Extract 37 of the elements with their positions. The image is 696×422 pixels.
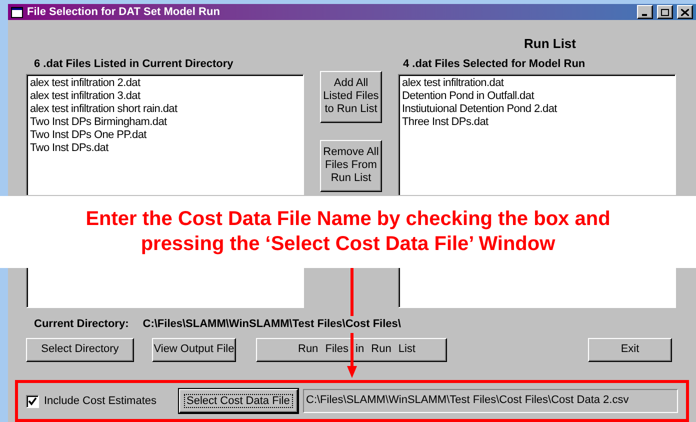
list-item[interactable]: Two Inst DPs One PP.dat: [30, 129, 146, 142]
directory-path: C:\Files\SLAMM\WinSLAMM\Test Files\Cost Files\: [142, 316, 401, 332]
checkbox-label: Include Cost Estimates: [44, 394, 156, 409]
list-item[interactable]: Two Inst DPs.dat: [30, 142, 108, 155]
list-item[interactable]: alex test infiltration.dat: [402, 77, 504, 90]
window-icon: [11, 6, 23, 18]
annotation-text: Enter the Cost Data File Name by checking the box and: [86, 207, 610, 232]
list-heading: 4 .dat Files Selected for Model Run: [402, 56, 586, 72]
view-output-button[interactable]: View Output File: [152, 338, 236, 362]
list-item[interactable]: Detention Pond in Outfall.dat: [402, 90, 534, 103]
file-list[interactable]: alex test infiltration 2.dat alex test infiltration 3.dat alex test infiltration short rain.dat Two Inst DPs Birmingham.dat Two Inst DPs One PP.dat Two Inst DPs.dat: [26, 74, 304, 195]
list-item[interactable]: alex test infiltration 2.dat: [30, 77, 140, 90]
close-button[interactable]: [677, 5, 693, 19]
list-item[interactable]: Three Inst DPs.dat: [402, 116, 488, 129]
transfer-button[interactable]: Remove All Files From Run List: [320, 140, 382, 192]
list-item[interactable]: Two Inst DPs Birmingham.dat: [30, 116, 167, 129]
list-item[interactable]: alex test infiltration 3.dat: [30, 90, 140, 103]
list-item[interactable]: alex test infiltration short rain.dat: [30, 103, 178, 116]
file-list[interactable]: alex test infiltration.dat Detention Pond in Outfall.dat Instiutuional Detention Pond 2.dat Three Inst DPs.dat: [398, 74, 676, 195]
run-files-button[interactable]: Run Files in Run List: [256, 338, 447, 362]
select-directory-button[interactable]: Select Directory: [26, 338, 134, 362]
maximize-button[interactable]: [657, 5, 673, 19]
exit-button[interactable]: Exit: [588, 338, 672, 362]
annotation-text: pressing the ‘Select Cost Data File’ Window: [140, 232, 556, 257]
list-heading: 6 .dat Files Listed in Current Directory: [33, 56, 234, 72]
close-icon: [681, 8, 689, 16]
checkbox[interactable]: [26, 394, 39, 408]
select-cost-file-button[interactable]: Select Cost Data File: [178, 389, 298, 414]
cost-file-path-field[interactable]: C:\Files\SLAMM\WinSLAMM\Test Files\Cost Files\Cost Data 2.csv: [303, 389, 678, 414]
window-title: File Selection for DAT Set Model Run: [27, 4, 221, 20]
run-list-heading: Run List: [524, 35, 576, 53]
minimize-button[interactable]: [637, 5, 653, 19]
check-icon: [28, 396, 37, 406]
list-item[interactable]: Instiutuional Detention Pond 2.dat: [402, 103, 557, 116]
maximize-icon: [661, 8, 669, 16]
directory-label: Current Directory:: [34, 317, 129, 332]
transfer-button[interactable]: Add All Listed Files to Run List: [320, 70, 382, 122]
